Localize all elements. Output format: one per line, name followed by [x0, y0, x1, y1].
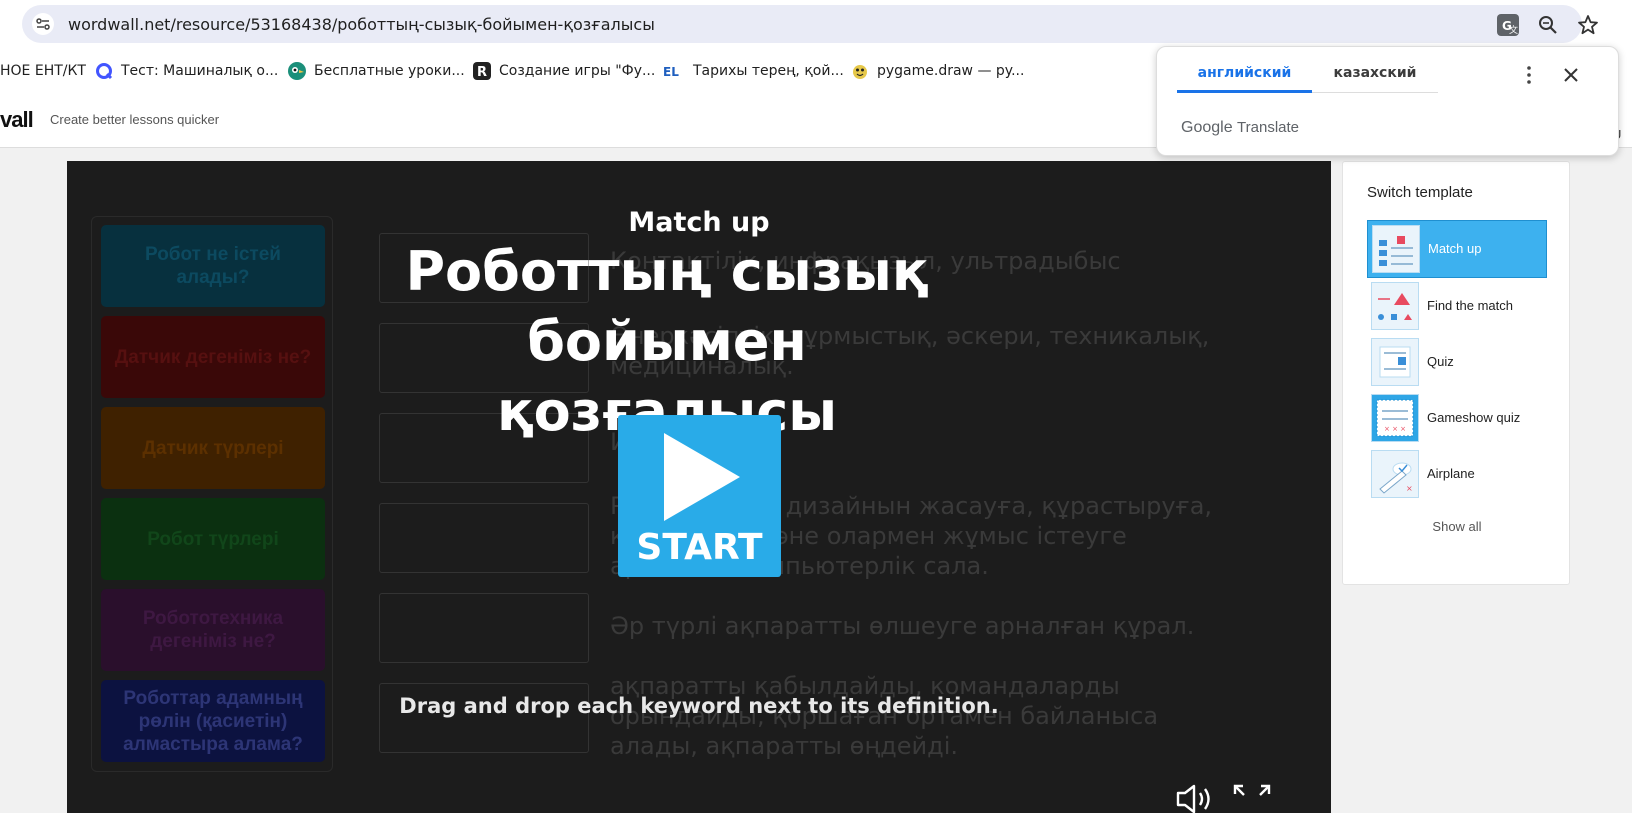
google-translate-brand: Google Translate [1181, 119, 1299, 137]
keyword-label: Датчик түрлері [142, 437, 284, 459]
template-airplane[interactable]: × Airplane [1367, 446, 1547, 504]
fullscreen-icon[interactable] [1232, 783, 1272, 813]
translate-popup: английский казахский Google Translate [1156, 46, 1619, 156]
template-label: Find the match [1427, 298, 1513, 313]
bookmark-label: pygame.draw — py... [877, 63, 1025, 79]
template-match-up[interactable]: Match up [1367, 220, 1547, 278]
keyword-label: Робот не істей алады? [145, 244, 281, 288]
translate-tab-source[interactable]: английский [1177, 65, 1312, 93]
bookmark-item[interactable]: pygame.draw — py... [851, 60, 1024, 82]
translate-page-icon[interactable]: G文 [1496, 13, 1520, 37]
google-brand-text: Google [1181, 119, 1233, 136]
keyword-card[interactable]: Робот түрлері [101, 498, 325, 580]
airplane-thumbnail-icon: × [1371, 450, 1419, 498]
translate-tab-label: английский [1197, 65, 1292, 81]
volume-icon[interactable] [1175, 783, 1215, 813]
definition-text: Әр түрлі ақпаратты өлшеуге арналған құра… [610, 612, 1195, 640]
template-quiz[interactable]: Quiz [1367, 334, 1547, 392]
bookmark-item[interactable]: НОЕ ЕНТ/КТ [0, 60, 86, 82]
zoom-icon[interactable] [1536, 13, 1560, 37]
keyword-label: Робот түрлері [147, 528, 279, 550]
close-icon[interactable] [1559, 63, 1583, 87]
el-logo-icon: EL [663, 62, 685, 80]
start-label: START [636, 527, 763, 568]
screen: wordwall.net/resource/53168438/роботтың-… [0, 0, 1632, 813]
template-label: Airplane [1427, 466, 1475, 481]
play-icon [664, 433, 740, 521]
quiz-thumbnail-icon [1371, 338, 1419, 386]
svg-text:R: R [477, 65, 487, 80]
drop-slot[interactable] [379, 503, 589, 573]
svg-text:EL: EL [663, 65, 679, 79]
switch-template-panel: Switch template Match up Find the match … [1342, 161, 1570, 585]
keyword-label: Робототехника дегеніміз не? [142, 608, 284, 652]
match-up-thumbnail-icon [1372, 225, 1420, 273]
bookmark-item[interactable]: Бесплатные уроки... [288, 60, 465, 82]
site-info-icon[interactable] [32, 13, 54, 35]
start-button[interactable]: START [618, 415, 781, 577]
keyword-panel: Робот не істей алады? Датчик дегеніміз н… [91, 216, 333, 772]
keyword-card[interactable]: Роботтар адамның рөлін (қасиетін) алмаст… [101, 680, 325, 762]
address-bar[interactable]: wordwall.net/resource/53168438/роботтың-… [22, 5, 1598, 43]
game-area[interactable]: Робот не істей алады? Датчик дегеніміз н… [67, 161, 1331, 813]
drop-slot[interactable] [379, 593, 589, 663]
url-text[interactable]: wordwall.net/resource/53168438/роботтың-… [68, 15, 655, 34]
keyword-card[interactable]: Датчик дегеніміз не? [101, 316, 325, 398]
wordwall-logo[interactable]: vall [0, 107, 34, 133]
bookmark-item[interactable]: Тест: Машиналық о... [95, 60, 278, 82]
translate-brand-text: Translate [1237, 119, 1300, 136]
template-label: Gameshow quiz [1427, 410, 1521, 425]
keyword-card[interactable]: Датчик түрлері [101, 407, 325, 489]
bookmark-label: Тарихы терең, қой... [693, 63, 844, 79]
r-logo-icon: R [473, 62, 491, 80]
bookmark-star-icon[interactable] [1576, 13, 1600, 37]
bookmark-item[interactable]: R Создание игры "Фу... [473, 60, 655, 82]
bookmark-item[interactable]: EL Тарихы терең, қой... [663, 60, 844, 82]
keyword-card[interactable]: Робототехника дегеніміз не? [101, 589, 325, 671]
template-gameshow-quiz[interactable]: × × × Gameshow quiz [1367, 390, 1547, 448]
switch-template-title: Switch template [1367, 184, 1473, 201]
bookmark-label: Бесплатные уроки... [314, 63, 465, 79]
template-label: Match up [1428, 241, 1482, 256]
bookmark-label: Создание игры "Фу... [499, 63, 656, 79]
template-find-the-match[interactable]: Find the match [1367, 278, 1547, 336]
svg-text:文: 文 [1509, 24, 1518, 36]
translate-tab-target[interactable]: казахский [1312, 65, 1438, 93]
pygame-icon [851, 62, 869, 80]
translate-tab-label: казахский [1333, 65, 1417, 81]
quizlet-q-icon [95, 62, 113, 80]
bookmark-label: НОЕ ЕНТ/КТ [0, 63, 86, 79]
find-the-match-thumbnail-icon [1371, 282, 1419, 330]
browser-toolbar: wordwall.net/resource/53168438/роботтың-… [0, 0, 1632, 48]
site-tagline: Create better lessons quicker [50, 112, 220, 127]
instruction-text: Drag and drop each keyword next to its d… [399, 694, 999, 718]
svg-text:×: × [1406, 484, 1413, 493]
gameshow-quiz-thumbnail-icon: × × × [1371, 394, 1419, 442]
bird-icon [288, 62, 306, 80]
activity-type-label: Match up [628, 207, 770, 238]
show-all-link[interactable]: Show all [1343, 519, 1571, 534]
bookmark-label: Тест: Машиналық о... [121, 63, 279, 79]
more-options-icon[interactable] [1517, 63, 1541, 87]
svg-text:× × ×: × × × [1384, 425, 1406, 433]
keyword-label: Датчик дегеніміз не? [114, 346, 312, 368]
template-label: Quiz [1427, 354, 1454, 369]
